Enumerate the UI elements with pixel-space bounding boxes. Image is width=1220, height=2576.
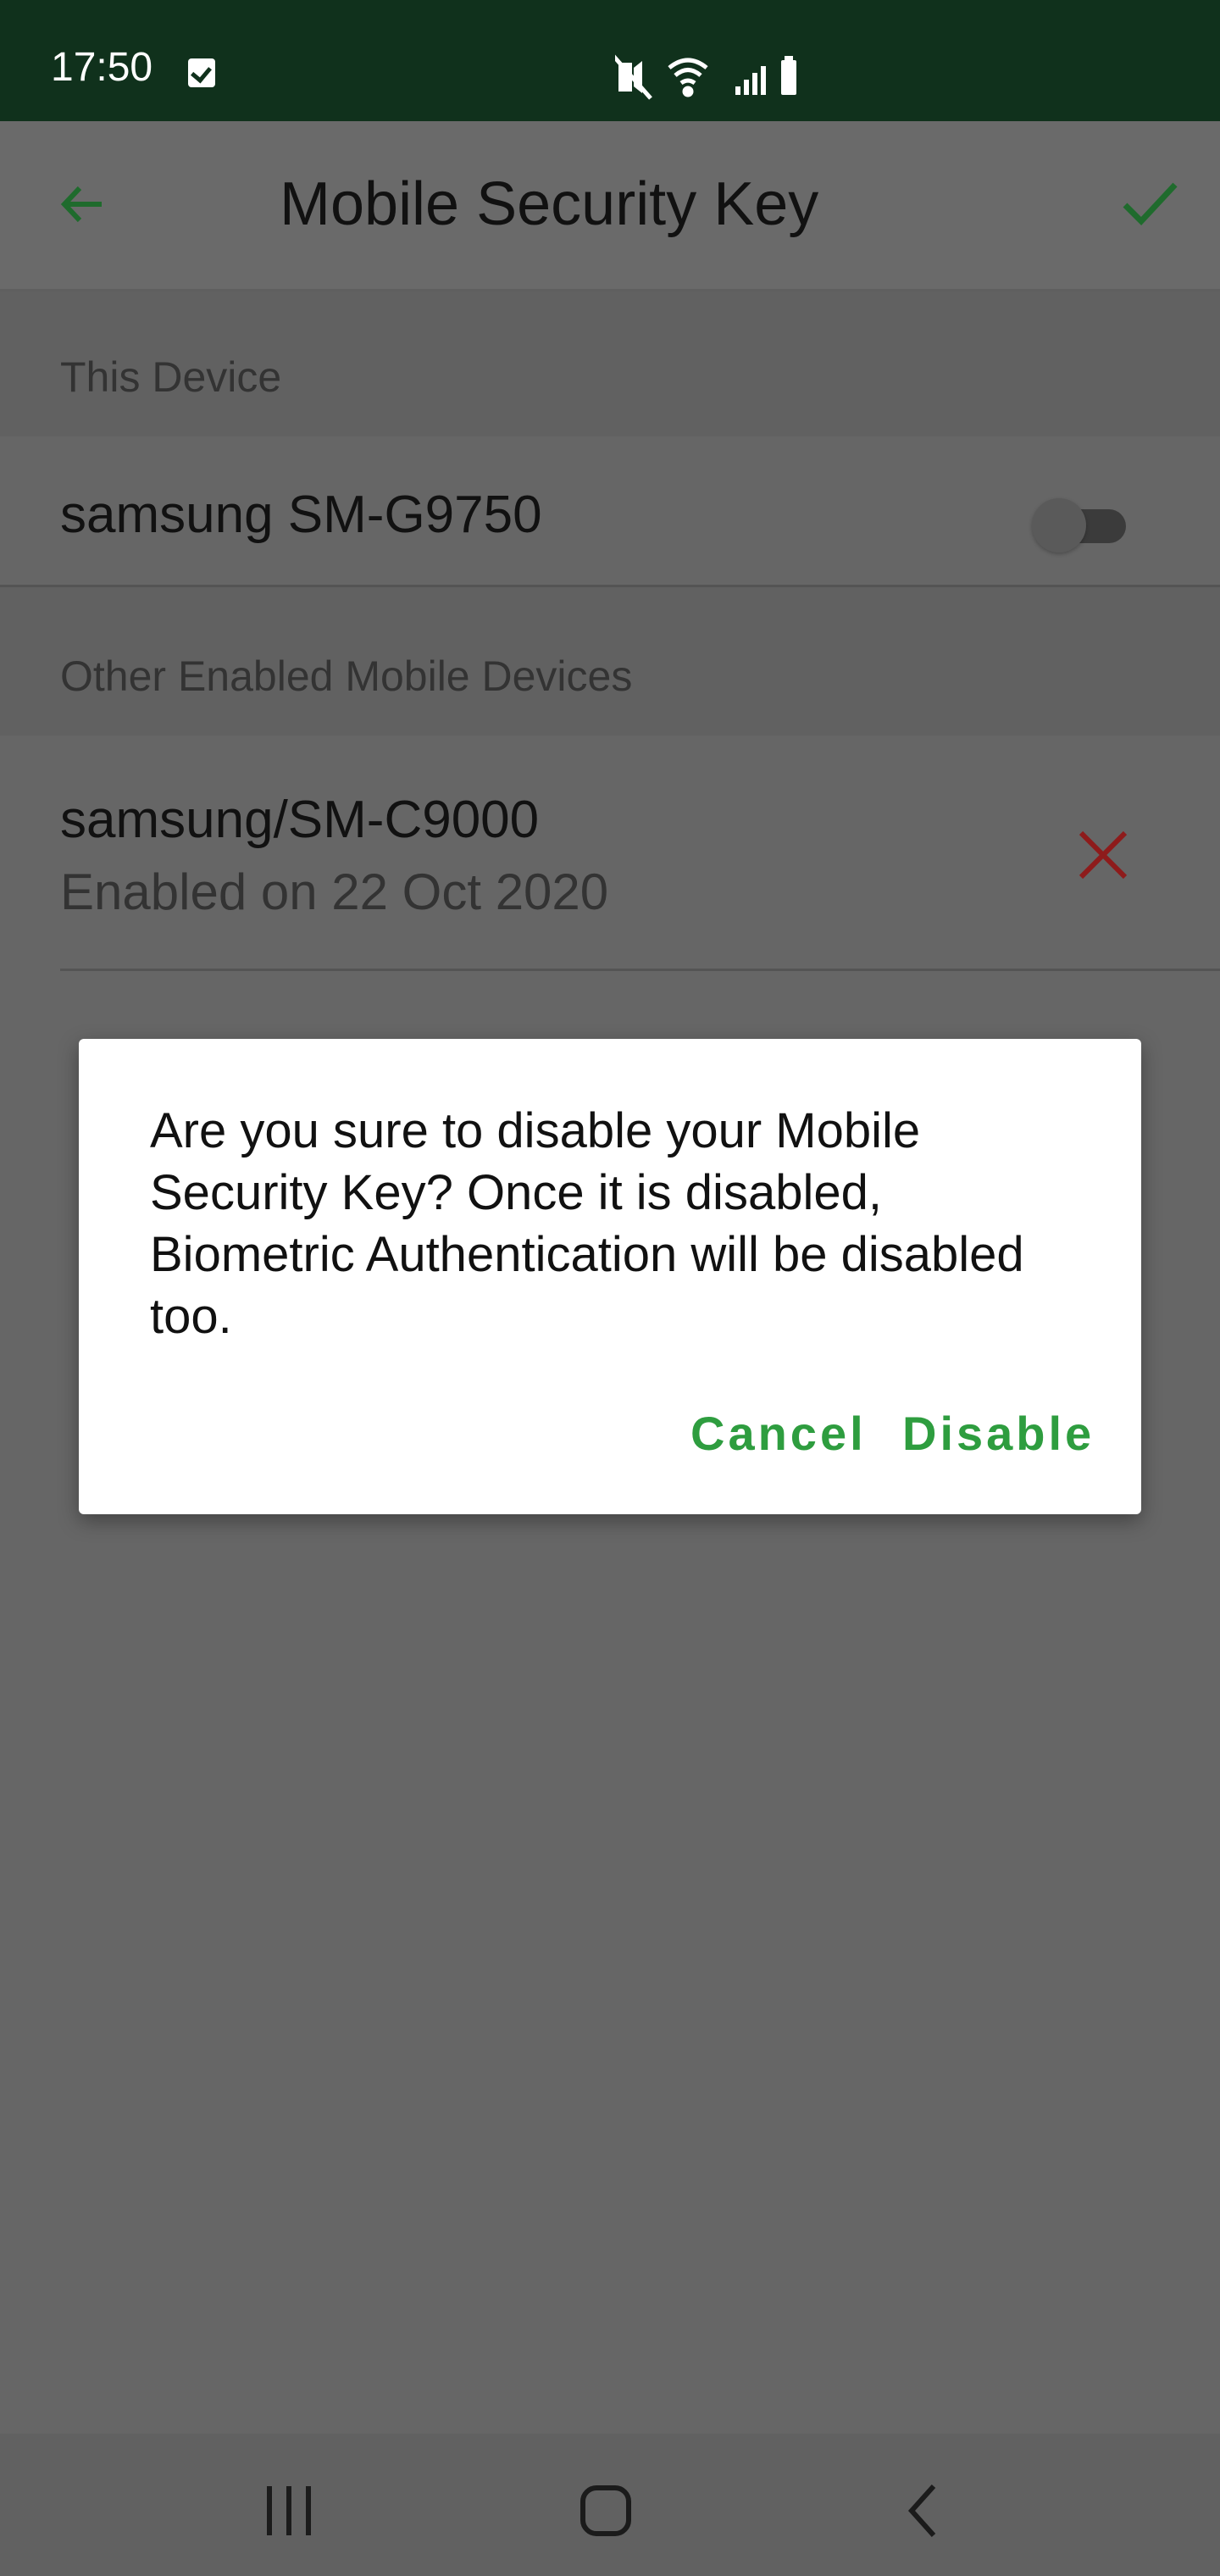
status-icons <box>615 54 796 100</box>
wifi-icon <box>668 58 708 97</box>
status-bar: 17:50 <box>0 0 1220 121</box>
other-device-name: samsung/SM-C9000 <box>60 791 540 849</box>
status-time: 17:50 <box>51 45 153 90</box>
navigation-bar <box>0 2434 1220 2576</box>
dialog-message: Are you sure to disable your Mobile Secu… <box>150 1103 1024 1344</box>
recent-apps-icon[interactable] <box>263 2483 315 2539</box>
other-devices-header-label: Other Enabled Mobile Devices <box>60 652 633 700</box>
this-device-name: samsung SM-G9750 <box>60 486 542 544</box>
check-icon[interactable] <box>1120 180 1179 229</box>
disable-button[interactable]: Disable <box>902 1410 1095 1457</box>
app-bar: Mobile Security Key <box>0 121 1220 291</box>
mobile-key-toggle-thumb[interactable] <box>1032 498 1086 552</box>
notification-check-icon <box>188 58 215 87</box>
home-icon[interactable] <box>578 2483 634 2539</box>
signal-icon <box>735 66 766 95</box>
this-device-section-header: This Device <box>0 291 1220 436</box>
disable-confirmation-dialog: Are you sure to disable your Mobile Secu… <box>79 1039 1141 1514</box>
vibrate-mute-icon <box>615 54 652 100</box>
arrow-left-icon[interactable] <box>58 180 107 229</box>
back-icon[interactable] <box>905 2483 940 2539</box>
other-devices-section-header: Other Enabled Mobile Devices <box>0 587 1220 736</box>
divider <box>60 969 1220 971</box>
this-device-row[interactable]: samsung SM-G9750 <box>0 436 1220 585</box>
other-device-enabled-date: Enabled on 22 Oct 2020 <box>60 863 609 920</box>
list-item: samsung/SM-C9000 Enabled on 22 Oct 2020 <box>0 736 1220 970</box>
cancel-button[interactable]: Cancel <box>690 1410 867 1457</box>
close-x-icon[interactable] <box>1076 828 1130 882</box>
battery-icon <box>781 56 796 95</box>
page-title: Mobile Security Key <box>280 170 819 238</box>
this-device-header-label: This Device <box>60 353 282 401</box>
